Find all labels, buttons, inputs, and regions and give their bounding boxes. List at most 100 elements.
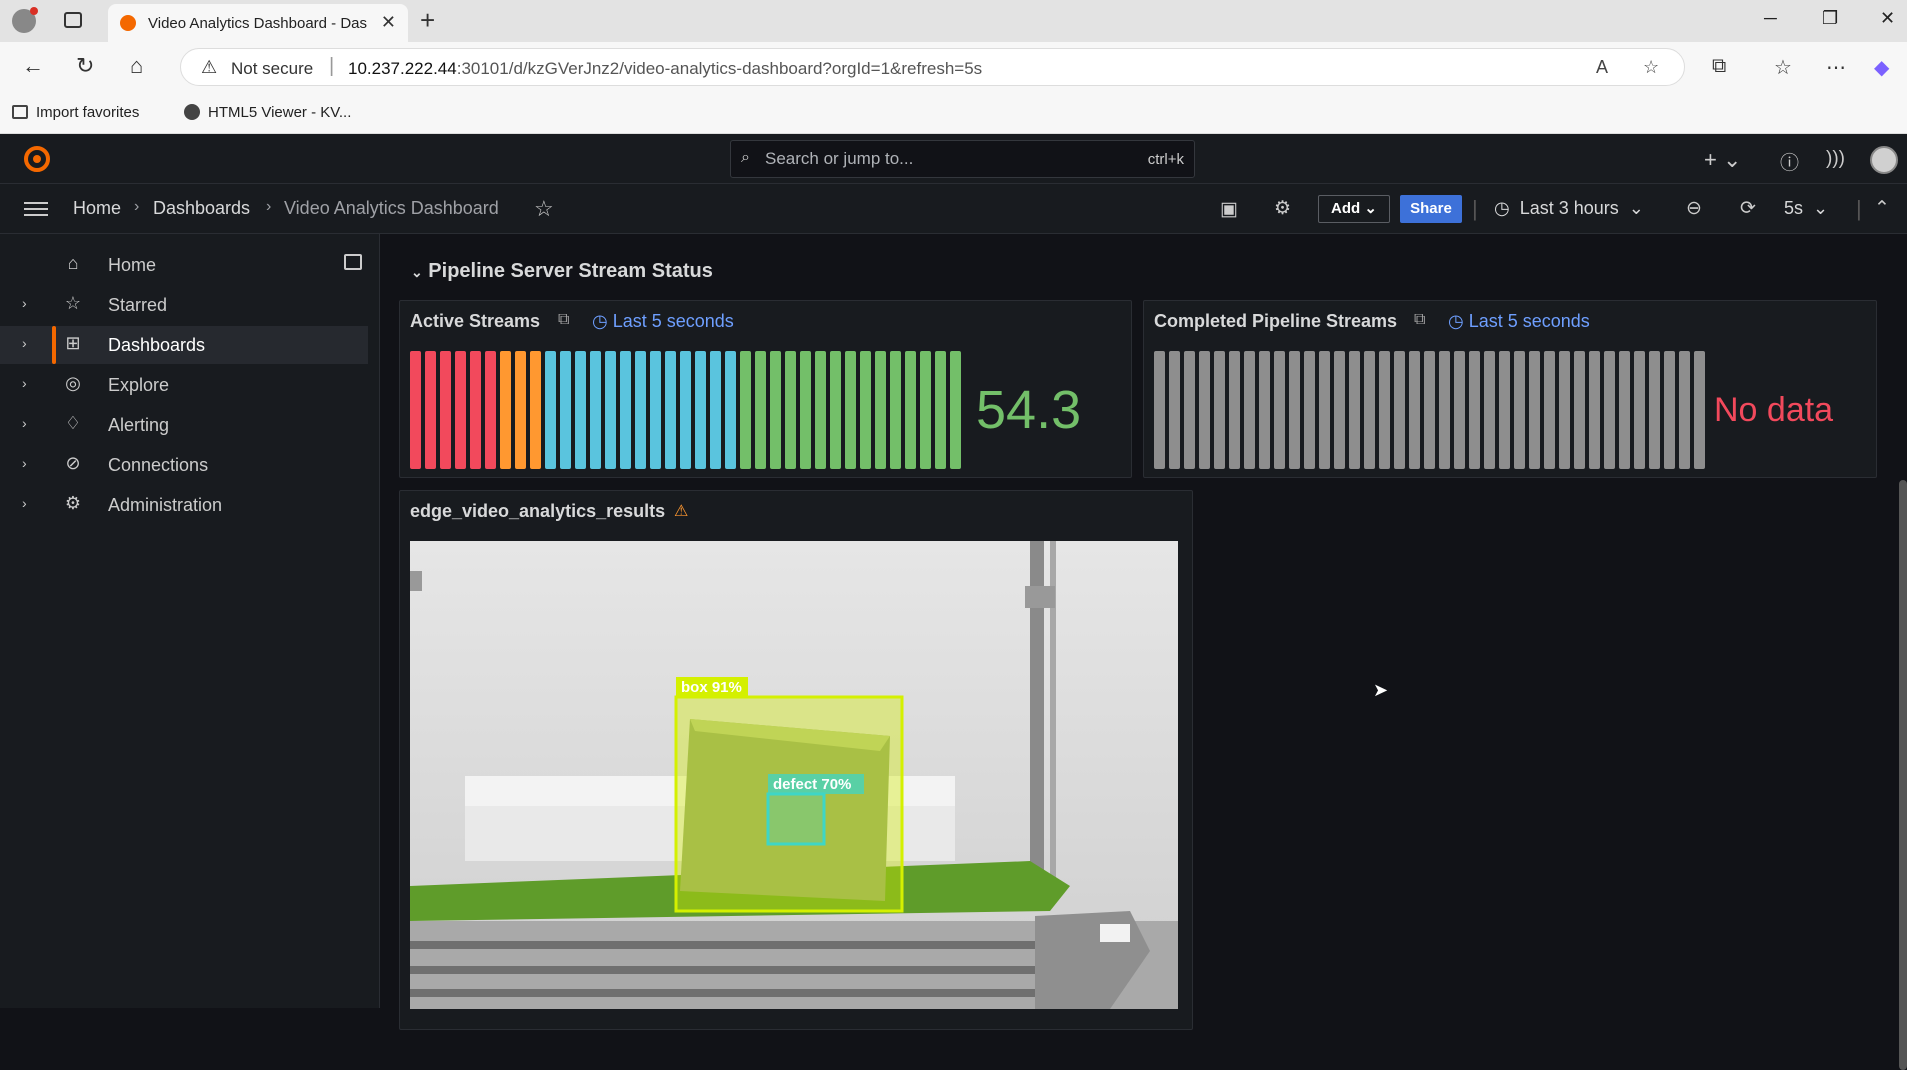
clock-icon: ◷ <box>1494 198 1510 218</box>
panel-time-label: Last 5 seconds <box>1468 311 1590 331</box>
read-aloud-icon[interactable]: A <box>1596 57 1608 78</box>
gauge-segment <box>860 351 871 469</box>
row-header[interactable]: ⌄ Pipeline Server Stream Status <box>411 260 713 283</box>
close-window-icon[interactable]: ✕ <box>1880 8 1895 29</box>
favorite-star-icon[interactable]: ☆ <box>1643 57 1659 78</box>
scrollbar[interactable] <box>1899 480 1907 1070</box>
sidebar-item-dashboards[interactable]: › ⊞ Dashboards <box>0 326 368 364</box>
favorites-icon[interactable]: ☆ <box>1774 55 1792 80</box>
gauge-segment <box>845 351 856 469</box>
defect-box <box>766 792 826 846</box>
expand-chevron-icon[interactable]: › <box>22 495 27 511</box>
extensions-icon[interactable]: ⧉ <box>1712 55 1726 78</box>
help-icon[interactable]: ⓘ <box>1780 148 1799 175</box>
expand-chevron-icon[interactable]: › <box>22 415 27 431</box>
panel-completed-streams[interactable]: Completed Pipeline Streams ⧉ ◷ Last 5 se… <box>1143 300 1877 478</box>
collapse-chevron-icon[interactable]: ⌃ <box>1874 197 1890 220</box>
row-collapse-icon[interactable]: ⌄ <box>411 264 423 280</box>
sidebar-item-home[interactable]: ⌂ Home <box>0 246 368 284</box>
external-link-icon[interactable]: ⧉ <box>1414 311 1425 329</box>
breadcrumb-home[interactable]: Home <box>73 198 121 219</box>
new-plus-icon[interactable]: + ⌄ <box>1704 147 1741 173</box>
share-button[interactable]: Share <box>1400 195 1462 223</box>
settings-gear-icon[interactable]: ⚙ <box>1274 197 1291 220</box>
toolbar-divider: | <box>1472 196 1478 221</box>
home-icon[interactable]: ⌂ <box>130 54 143 78</box>
expand-chevron-icon[interactable]: › <box>22 335 27 351</box>
url-text[interactable]: 10.237.222.44:30101/d/kzGVerJnz2/video-a… <box>348 59 982 79</box>
warning-icon[interactable]: ⚠ <box>201 57 217 78</box>
browser-tab[interactable]: Video Analytics Dashboard - Dashboards ✕ <box>108 4 408 42</box>
new-tab-icon[interactable]: + <box>420 6 435 34</box>
gauge-segment <box>425 351 436 469</box>
panel-time-override[interactable]: ◷ Last 5 seconds <box>592 311 734 332</box>
panel-time-label: Last 5 seconds <box>612 311 734 331</box>
panel-time-override[interactable]: ◷ Last 5 seconds <box>1448 311 1590 332</box>
copilot-icon[interactable]: ◆ <box>1874 55 1889 80</box>
gauge-segment <box>920 351 931 469</box>
reload-icon[interactable]: ↻ <box>76 54 94 78</box>
refresh-interval-picker[interactable]: 5s ⌄ <box>1784 198 1828 219</box>
bookmark-import-favorites[interactable]: Import favorites <box>12 104 139 121</box>
toolbar-divider: | <box>1856 196 1862 221</box>
gauge-segment <box>935 351 946 469</box>
more-menu-icon[interactable]: ⋯ <box>1826 55 1846 80</box>
user-avatar[interactable] <box>1870 146 1898 174</box>
close-tab-icon[interactable]: ✕ <box>381 12 396 33</box>
panel-video-results[interactable]: edge_video_analytics_results ⚠ box 91% d… <box>399 490 1193 1030</box>
star-dashboard-icon[interactable]: ☆ <box>534 196 554 222</box>
profile-icon[interactable] <box>12 7 38 33</box>
search-input[interactable] <box>765 147 1065 171</box>
gauge-segment <box>1604 351 1615 469</box>
tab-actions-icon[interactable] <box>64 12 82 28</box>
gauge-segment <box>1544 351 1555 469</box>
url-host: 10.237.222.44 <box>348 59 457 78</box>
breadcrumb-current: Video Analytics Dashboard <box>284 198 499 218</box>
search-box[interactable]: ⌕ ctrl+k <box>730 140 1195 178</box>
grafana-favicon-icon <box>120 15 136 31</box>
rail <box>410 966 1110 974</box>
external-link-icon[interactable]: ⧉ <box>558 311 569 329</box>
grafana-logo-icon[interactable] <box>24 146 50 172</box>
search-shortcut: ctrl+k <box>1147 151 1184 168</box>
warning-icon[interactable]: ⚠ <box>674 501 688 521</box>
menu-toggle-icon[interactable] <box>24 198 48 218</box>
expand-chevron-icon[interactable]: › <box>22 375 27 391</box>
gauge-segment <box>830 351 841 469</box>
expand-chevron-icon[interactable]: › <box>22 455 27 471</box>
bookmark-html5-viewer[interactable]: HTML5 Viewer - KV... <box>184 104 351 121</box>
panel-active-streams[interactable]: Active Streams ⧉ ◷ Last 5 seconds 54.3 <box>399 300 1132 478</box>
sidebar-item-label: Starred <box>108 295 168 315</box>
news-feed-icon[interactable]: ))) <box>1826 148 1845 170</box>
time-range-picker[interactable]: ◷ Last 3 hours ⌄ <box>1494 198 1644 219</box>
breadcrumb-dashboards[interactable]: Dashboards <box>153 198 250 219</box>
panel-title: Active Streams <box>410 311 541 331</box>
security-label[interactable]: Not secure <box>231 59 313 79</box>
gauge-segment <box>1499 351 1510 469</box>
browser-tab-bar: Video Analytics Dashboard - Dashboards ✕… <box>0 0 1907 42</box>
sidebar-item-administration[interactable]: › ⚙ Administration <box>0 486 368 524</box>
address-bar[interactable]: ⚠ Not secure | 10.237.222.44:30101/d/kzG… <box>180 48 1685 86</box>
refresh-icon[interactable]: ⟳ <box>1740 197 1756 220</box>
sidebar-item-label: Administration <box>108 495 223 515</box>
add-button[interactable]: Add ⌄ <box>1318 195 1390 223</box>
sidebar-item-starred[interactable]: › ☆ Starred <box>0 286 368 324</box>
gauge-segment <box>1394 351 1405 469</box>
url-path: :30101/d/kzGVerJnz2/video-analytics-dash… <box>456 59 983 78</box>
save-icon[interactable]: ▣ <box>1220 198 1238 221</box>
grafana-top-bar: ⌕ ctrl+k + ⌄ ⓘ ))) <box>0 134 1907 184</box>
sidebar-item-explore[interactable]: › ◎ Explore <box>0 366 368 404</box>
restore-icon[interactable]: ❐ <box>1822 8 1838 29</box>
gauge-segment <box>1409 351 1420 469</box>
gauge-segment <box>1559 351 1570 469</box>
refresh-interval-label: 5s <box>1784 198 1804 218</box>
sidebar-item-alerting[interactable]: › ♢ Alerting <box>0 406 368 444</box>
back-icon[interactable]: ← <box>22 54 44 78</box>
gauge-segment <box>590 351 601 469</box>
sidebar-item-connections[interactable]: › ⊘ Connections <box>0 446 368 484</box>
compass-icon: ◎ <box>65 373 81 393</box>
gauge-segment <box>785 351 796 469</box>
minimize-icon[interactable]: ─ <box>1764 8 1777 29</box>
expand-chevron-icon[interactable]: › <box>22 295 27 311</box>
zoom-out-icon[interactable]: ⊖ <box>1686 197 1702 220</box>
